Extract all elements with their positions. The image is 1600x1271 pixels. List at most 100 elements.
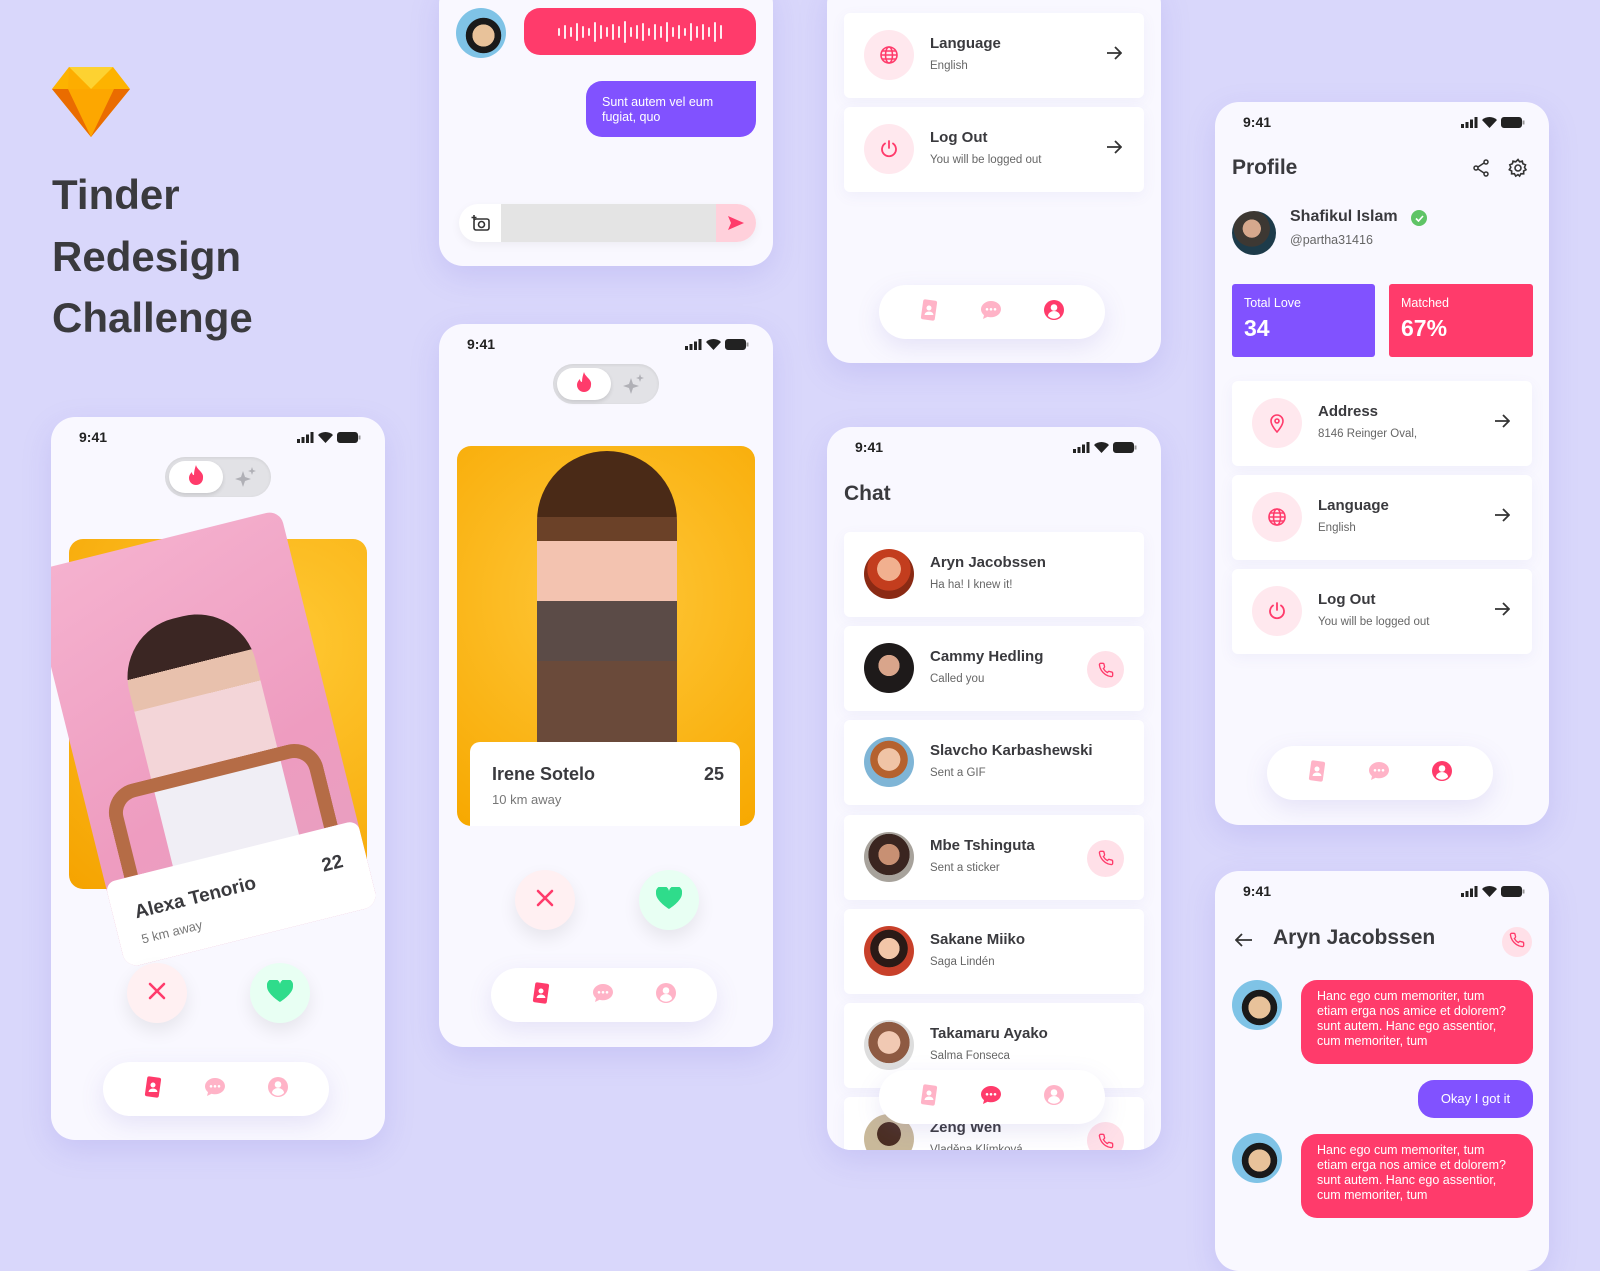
status-icons [1461, 116, 1525, 128]
call-button[interactable] [1502, 927, 1532, 957]
item-title: Cammy Hedling [930, 648, 1044, 666]
sent-message: Okay I got it [1418, 1080, 1533, 1118]
nav-cards-button[interactable] [1308, 759, 1326, 787]
message-input[interactable] [501, 204, 716, 242]
chat-item[interactable]: Cammy Hedling Called you [844, 626, 1144, 712]
nav-cards-button[interactable] [920, 298, 938, 326]
received-message: Hanc ego cum memoriter, tum etiam erga n… [1301, 980, 1533, 1064]
status-icons [1073, 441, 1137, 453]
like-button[interactable] [639, 870, 699, 930]
message-composer [459, 204, 756, 242]
arrow-right-icon [1106, 46, 1123, 65]
waveform-bar [588, 27, 590, 36]
avatar [1232, 980, 1282, 1030]
settings-item[interactable]: Log Out You will be logged out [844, 107, 1144, 192]
nav-cards-button[interactable] [144, 1075, 162, 1103]
avatar [864, 549, 914, 599]
waveform-bar [558, 27, 560, 36]
profile-distance: 5 km away [139, 916, 204, 947]
avatar [864, 831, 914, 882]
nav-chat-button[interactable] [980, 1085, 1002, 1110]
status-icons [1461, 885, 1525, 897]
status-bar: 9:41 [467, 334, 749, 354]
location-pin-icon [1252, 398, 1302, 448]
profile-item[interactable]: Address 8146 Reinger Oval, [1232, 381, 1532, 466]
camera-icon[interactable] [471, 214, 491, 237]
profile-item[interactable]: Language English [1232, 475, 1532, 560]
chat-item[interactable]: Aryn Jacobssen Ha ha! I knew it! [844, 532, 1144, 617]
voice-message-bubble[interactable] [524, 8, 756, 55]
power-icon [864, 124, 914, 174]
call-button[interactable] [1087, 839, 1124, 877]
nav-profile-button[interactable] [1432, 760, 1452, 786]
stat-total-love: Total Love 34 [1232, 284, 1375, 357]
back-arrow-icon[interactable] [1234, 933, 1253, 952]
bottom-nav [103, 1062, 329, 1116]
waveform-bar [720, 24, 722, 39]
chat-item[interactable]: Sakane Miiko Saga Lindén [844, 908, 1144, 994]
nav-chat-button[interactable] [1368, 761, 1390, 786]
call-button[interactable] [1087, 651, 1124, 689]
nav-chat-button[interactable] [204, 1077, 226, 1102]
mode-toggle[interactable] [165, 457, 271, 497]
avatar [864, 1020, 914, 1070]
chat-item[interactable]: Slavcho Karbashewski Sent a GIF [844, 720, 1144, 806]
waveform-bar [636, 24, 638, 39]
mode-toggle[interactable] [553, 364, 659, 404]
dislike-button[interactable] [127, 963, 187, 1023]
nav-cards-button[interactable] [920, 1083, 938, 1111]
waveform-bar [594, 21, 596, 42]
profile-icon [656, 982, 676, 1007]
item-subtitle: Sent a GIF [930, 767, 986, 780]
status-bar: 9:41 [79, 427, 361, 447]
settings-item[interactable]: Language English [844, 13, 1144, 98]
profile-handle: @partha31416 [1290, 233, 1373, 247]
share-icon[interactable] [1472, 159, 1490, 182]
dislike-button[interactable] [515, 870, 575, 930]
profile-photo [537, 451, 677, 751]
profile-name: Irene Sotelo [492, 764, 596, 784]
status-icons [685, 338, 749, 350]
close-icon [536, 889, 554, 912]
profile-age: 22 [319, 851, 346, 877]
signal-icon [1461, 116, 1478, 128]
nav-profile-button[interactable] [268, 1076, 288, 1102]
bottom-nav [879, 1070, 1105, 1124]
avatar [864, 925, 914, 976]
item-subtitle: 8146 Reinger Oval, [1318, 428, 1418, 440]
gear-icon[interactable] [1508, 158, 1528, 183]
phone-icon [1509, 932, 1525, 953]
conversation-screen: 9:41 Aryn Jacobssen Hanc ego cum memorit… [1215, 871, 1549, 1271]
item-title: Takamaru Ayako [930, 1025, 1048, 1042]
item-title: Language [1318, 497, 1389, 514]
avatar [864, 643, 914, 694]
battery-icon [337, 431, 361, 443]
waveform-bar [708, 26, 710, 37]
chat-item[interactable]: Mbe Tshinguta Sent a sticker [844, 814, 1144, 900]
signal-icon [297, 431, 314, 443]
send-button[interactable] [716, 204, 756, 242]
brand-title-line: Tinder [52, 171, 180, 218]
waveform-bar [678, 24, 680, 39]
nav-profile-button[interactable] [656, 982, 676, 1008]
item-subtitle: Salma Fonseca [930, 1050, 1010, 1062]
avatar [1232, 211, 1276, 255]
cards-icon [532, 981, 550, 1008]
nav-cards-button[interactable] [532, 981, 550, 1009]
nav-profile-button[interactable] [1044, 1084, 1064, 1110]
like-button[interactable] [250, 963, 310, 1023]
item-title: Aryn Jacobssen [930, 554, 1046, 571]
waveform-bar [648, 27, 650, 36]
signal-icon [685, 338, 702, 350]
nav-profile-button[interactable] [1044, 299, 1064, 325]
cards-icon [144, 1075, 162, 1102]
call-button[interactable] [1087, 1122, 1124, 1150]
profile-item[interactable]: Log Out You will be logged out [1232, 569, 1532, 654]
waveform-bar [600, 24, 602, 39]
status-bar: 9:41 [1243, 112, 1525, 132]
nav-chat-button[interactable] [592, 983, 614, 1008]
avatar [864, 737, 914, 788]
brand-title-line: Challenge [52, 294, 253, 341]
nav-chat-button[interactable] [980, 300, 1002, 325]
bottom-nav [879, 285, 1105, 339]
